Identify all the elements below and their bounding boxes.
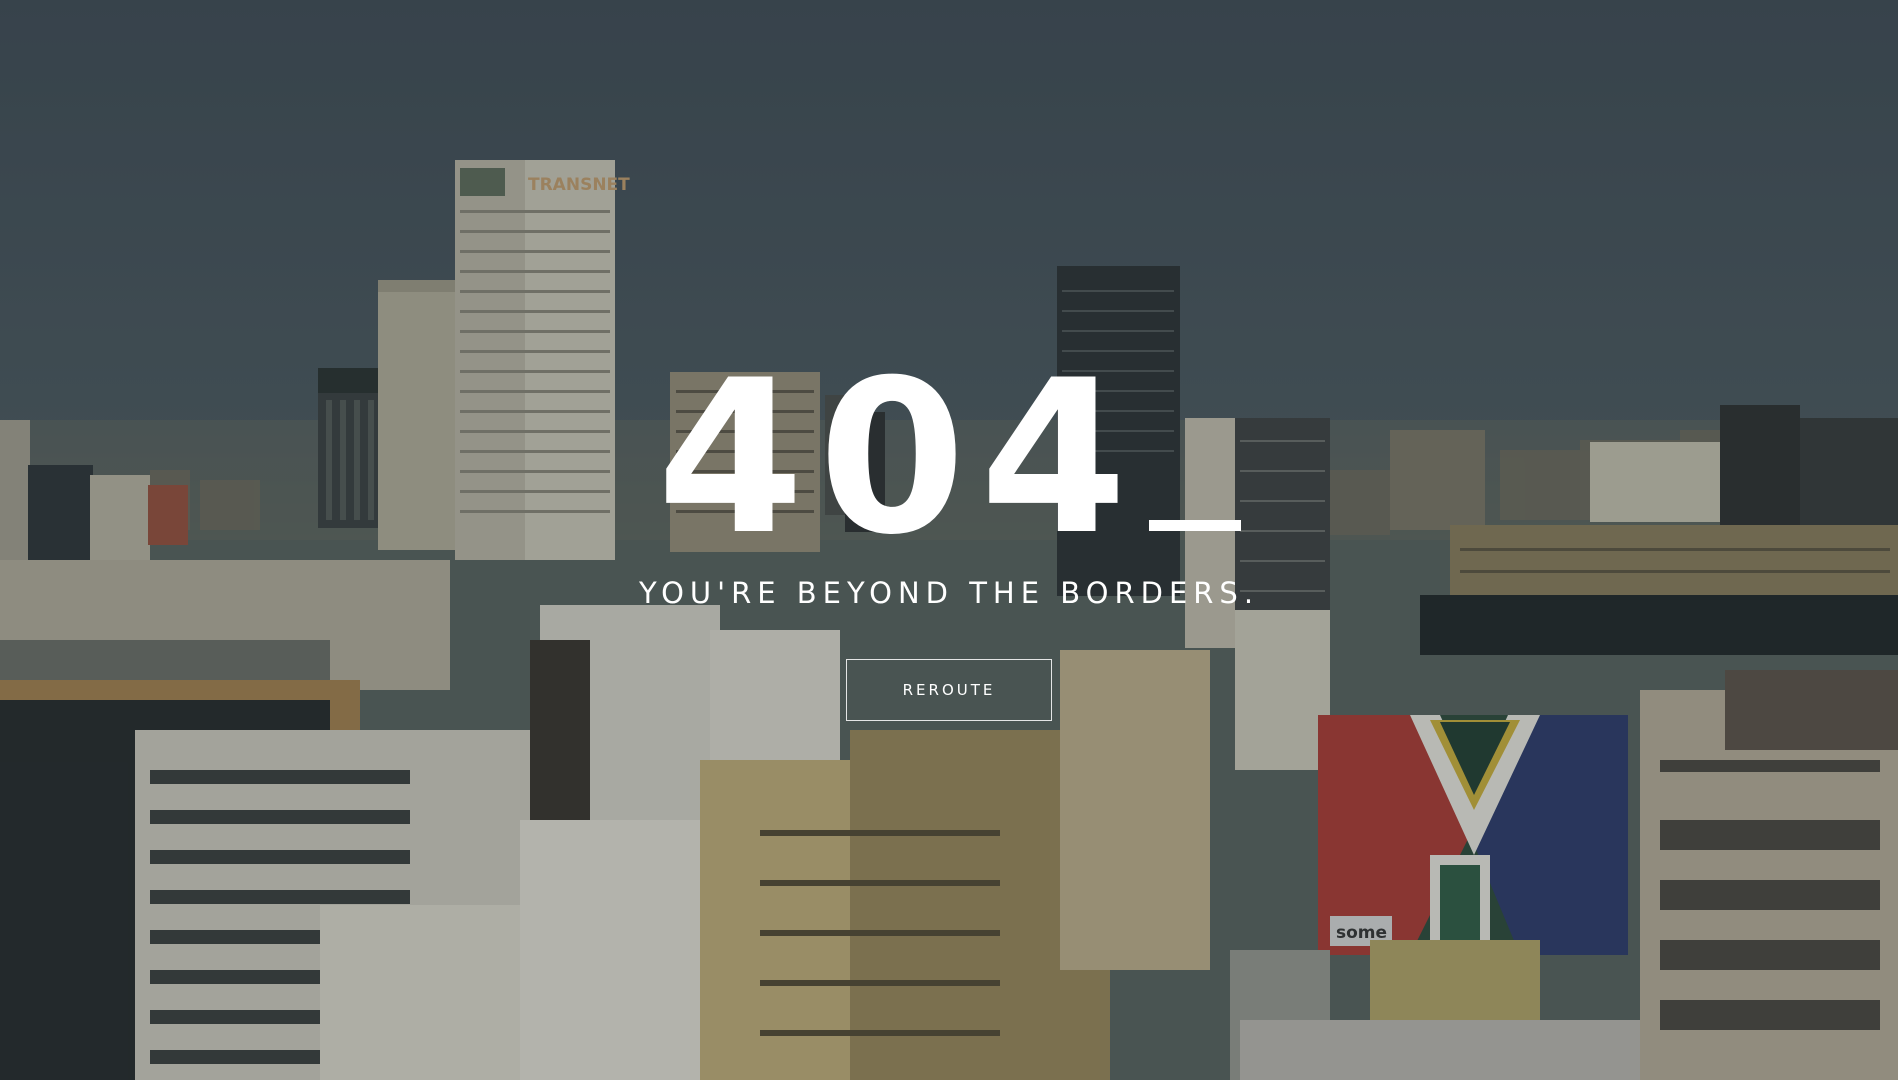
blinking-cursor xyxy=(1149,520,1242,531)
error-page: TRANSNET some 404 YOU'RE BEYOND THE BORD… xyxy=(0,0,1898,1080)
error-message: YOU'RE BEYOND THE BORDERS. xyxy=(638,576,1260,610)
error-code-heading: 404 xyxy=(0,352,1898,564)
reroute-button[interactable]: REROUTE xyxy=(846,659,1052,721)
error-content: 404 YOU'RE BEYOND THE BORDERS. REROUTE xyxy=(0,0,1898,1080)
error-code: 404 xyxy=(656,334,1142,581)
